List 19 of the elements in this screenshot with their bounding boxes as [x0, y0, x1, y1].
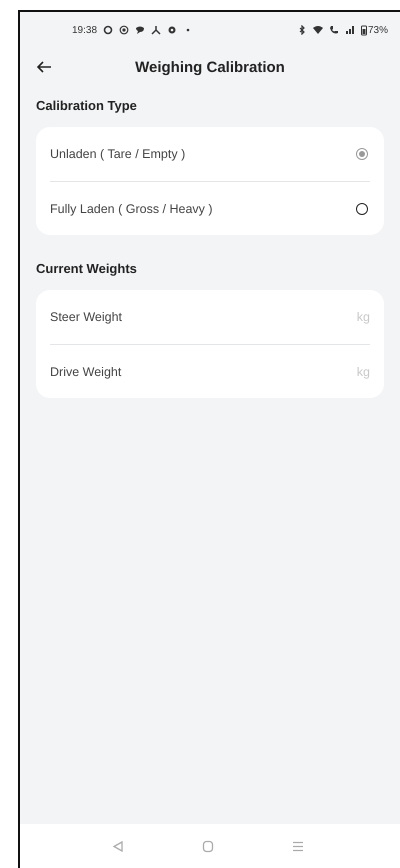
notification-icon: [103, 25, 114, 35]
home-nav-button[interactable]: [202, 840, 214, 852]
chat-icon: [135, 25, 146, 35]
radio-option[interactable]: Unladen ( Tare / Empty ): [50, 127, 370, 181]
share-icon: [151, 25, 162, 35]
screen-title: Weighing Calibration: [135, 58, 285, 76]
section-heading: Calibration Type: [36, 98, 137, 113]
back-nav-button[interactable]: [112, 840, 124, 852]
status-time: 19:38: [72, 24, 98, 36]
section-heading: Current Weights: [36, 261, 137, 276]
radio-option[interactable]: Fully Laden ( Gross / Heavy ): [50, 182, 370, 235]
menu-nav-button[interactable]: [292, 840, 304, 852]
call-icon: [328, 25, 339, 35]
wifi-icon: [312, 25, 323, 35]
battery-icon: [360, 24, 367, 36]
bluetooth-icon: [296, 25, 307, 35]
battery-percent: 73%: [368, 24, 388, 36]
signal-icon: [344, 25, 355, 35]
notification-icon: [119, 25, 130, 35]
